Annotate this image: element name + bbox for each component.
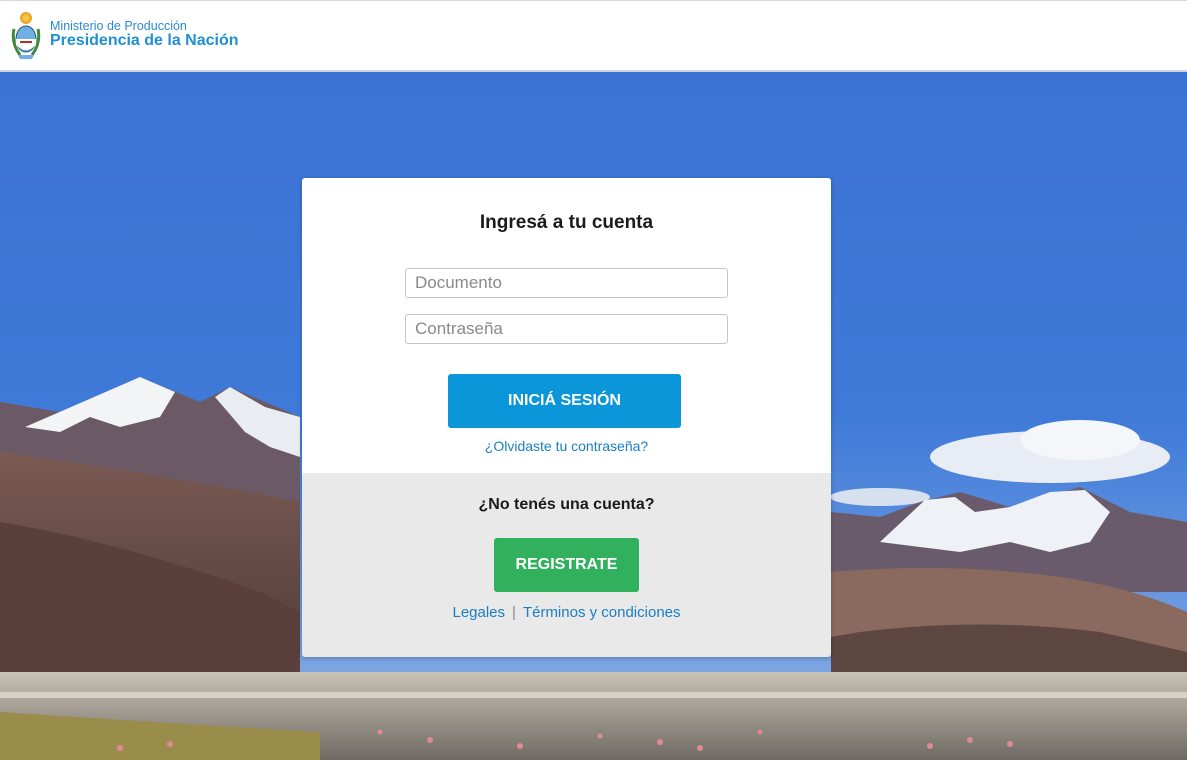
- top-header: Ministerio de Producción Presidencia de …: [0, 0, 1187, 72]
- document-input[interactable]: [405, 268, 728, 298]
- login-section: Ingresá a tu cuenta INICIÁ SESIÓN ¿Olvid…: [302, 178, 831, 473]
- presidency-name: Presidencia de la Nación: [50, 32, 239, 50]
- ministry-logo[interactable]: Ministerio de Producción Presidencia de …: [10, 9, 239, 61]
- link-separator: |: [512, 604, 516, 621]
- logo-text: Ministerio de Producción Presidencia de …: [50, 19, 239, 50]
- argentina-coat-of-arms-icon: [10, 9, 42, 61]
- password-input[interactable]: [405, 314, 728, 344]
- terms-link[interactable]: Términos y condiciones: [523, 604, 681, 621]
- login-button[interactable]: INICIÁ SESIÓN: [448, 374, 681, 428]
- register-button[interactable]: REGISTRATE: [494, 538, 639, 592]
- footer-links: Legales | Términos y condiciones: [302, 604, 831, 621]
- login-card: Ingresá a tu cuenta INICIÁ SESIÓN ¿Olvid…: [302, 178, 831, 657]
- no-account-text: ¿No tenés una cuenta?: [478, 496, 655, 513]
- legal-link[interactable]: Legales: [452, 604, 505, 621]
- login-title: Ingresá a tu cuenta: [479, 212, 654, 233]
- forgot-password-link[interactable]: ¿Olvidaste tu contraseña?: [302, 438, 831, 454]
